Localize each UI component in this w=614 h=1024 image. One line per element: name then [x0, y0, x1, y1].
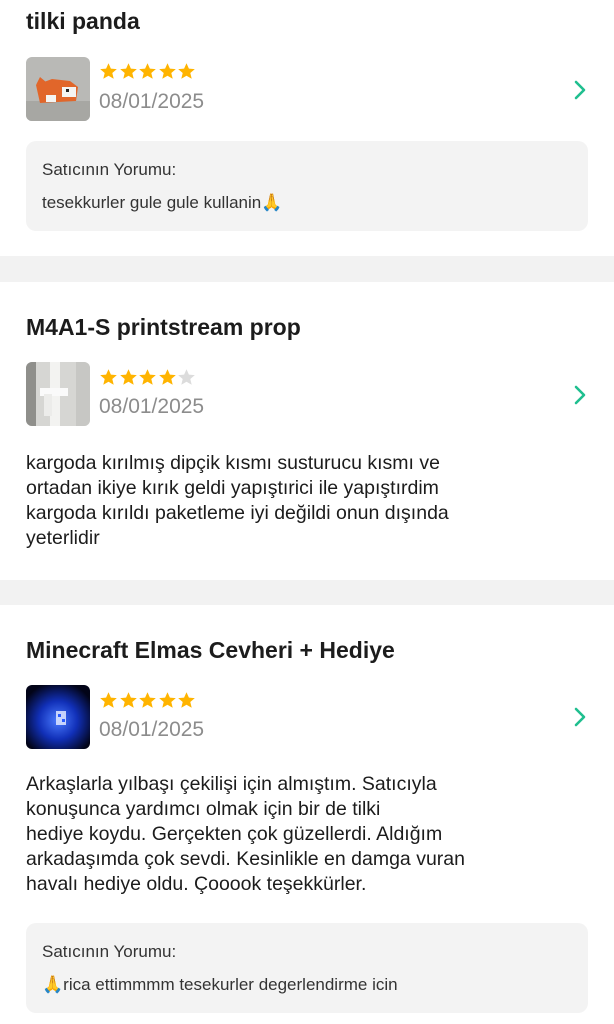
star-filled-icon — [158, 368, 177, 387]
review-text-line: Arkaşlarla yılbaşı çekilişi için almıştı… — [26, 773, 437, 795]
star-filled-icon — [138, 62, 157, 81]
review-text-line: havalı hediye oldu. Çooook teşekkürler. — [26, 873, 367, 895]
review-text-line: yeterlidir — [26, 527, 100, 549]
product-thumbnail[interactable] — [26, 685, 90, 749]
product-thumbnail[interactable] — [26, 362, 90, 426]
star-filled-icon — [99, 691, 118, 710]
review-date: 08/01/2025 — [99, 395, 205, 418]
star-filled-icon — [99, 368, 118, 387]
star-filled-icon — [119, 62, 138, 81]
review-text: kargoda kırılmış dipçik kısmı susturucu … — [26, 451, 586, 551]
rating-stars — [99, 368, 197, 387]
star-filled-icon — [177, 691, 196, 710]
star-empty-icon — [177, 368, 196, 387]
seller-reply-label: Satıcının Yorumu: — [42, 942, 177, 961]
star-filled-icon — [99, 62, 118, 81]
star-filled-icon — [177, 62, 196, 81]
product-title[interactable]: Minecraft Elmas Cevheri + Hediye — [26, 637, 395, 664]
review-date: 08/01/2025 — [99, 718, 205, 741]
review-card: M4A1-S printstream prop 08/01/2025 kargo… — [0, 282, 614, 580]
star-filled-icon — [158, 62, 177, 81]
star-filled-icon — [158, 691, 177, 710]
review-date: 08/01/2025 — [99, 90, 205, 113]
star-filled-icon — [119, 691, 138, 710]
review-text-line: kargoda kırıldı paketleme iyi değildi on… — [26, 502, 449, 524]
product-title[interactable]: M4A1-S printstream prop — [26, 314, 301, 341]
review-text-line: ortadan ikiye kırık geldi yapıştırici il… — [26, 477, 439, 499]
seller-reply-label: Satıcının Yorumu: — [42, 160, 177, 179]
rating-stars — [99, 691, 197, 710]
chevron-right-icon[interactable] — [570, 383, 590, 407]
review-text-line: hediye koydu. Gerçekten çok güzellerdi. … — [26, 823, 443, 845]
seller-reply-text: tesekkurler gule gule kullanin🙏 — [42, 193, 283, 212]
seller-reply-box: Satıcının Yorumu: tesekkurler gule gule … — [26, 141, 588, 231]
rating-stars — [99, 62, 197, 81]
review-card: Minecraft Elmas Cevheri + Hediye 08/01/2… — [0, 605, 614, 1024]
product-title[interactable]: tilki panda — [26, 8, 140, 35]
review-text-line: konuşunca yardımcı olmak için bir de til… — [26, 798, 381, 820]
star-filled-icon — [138, 368, 157, 387]
review-text-line: kargoda kırılmış dipçik kısmı susturucu … — [26, 452, 440, 474]
seller-reply-text: 🙏rica ettimmmm tesekurler degerlendirme … — [42, 975, 398, 994]
star-filled-icon — [119, 368, 138, 387]
product-thumbnail[interactable] — [26, 57, 90, 121]
chevron-right-icon[interactable] — [570, 705, 590, 729]
review-card: tilki panda 08/01/2025 Satıcının Yorumu:… — [0, 0, 614, 256]
review-text-line: arkadaşımda çok sevdi. Kesinlikle en dam… — [26, 848, 465, 870]
chevron-right-icon[interactable] — [570, 78, 590, 102]
review-text: Arkaşlarla yılbaşı çekilişi için almıştı… — [26, 772, 586, 897]
seller-reply-box: Satıcının Yorumu: 🙏rica ettimmmm tesekur… — [26, 923, 588, 1013]
star-filled-icon — [138, 691, 157, 710]
